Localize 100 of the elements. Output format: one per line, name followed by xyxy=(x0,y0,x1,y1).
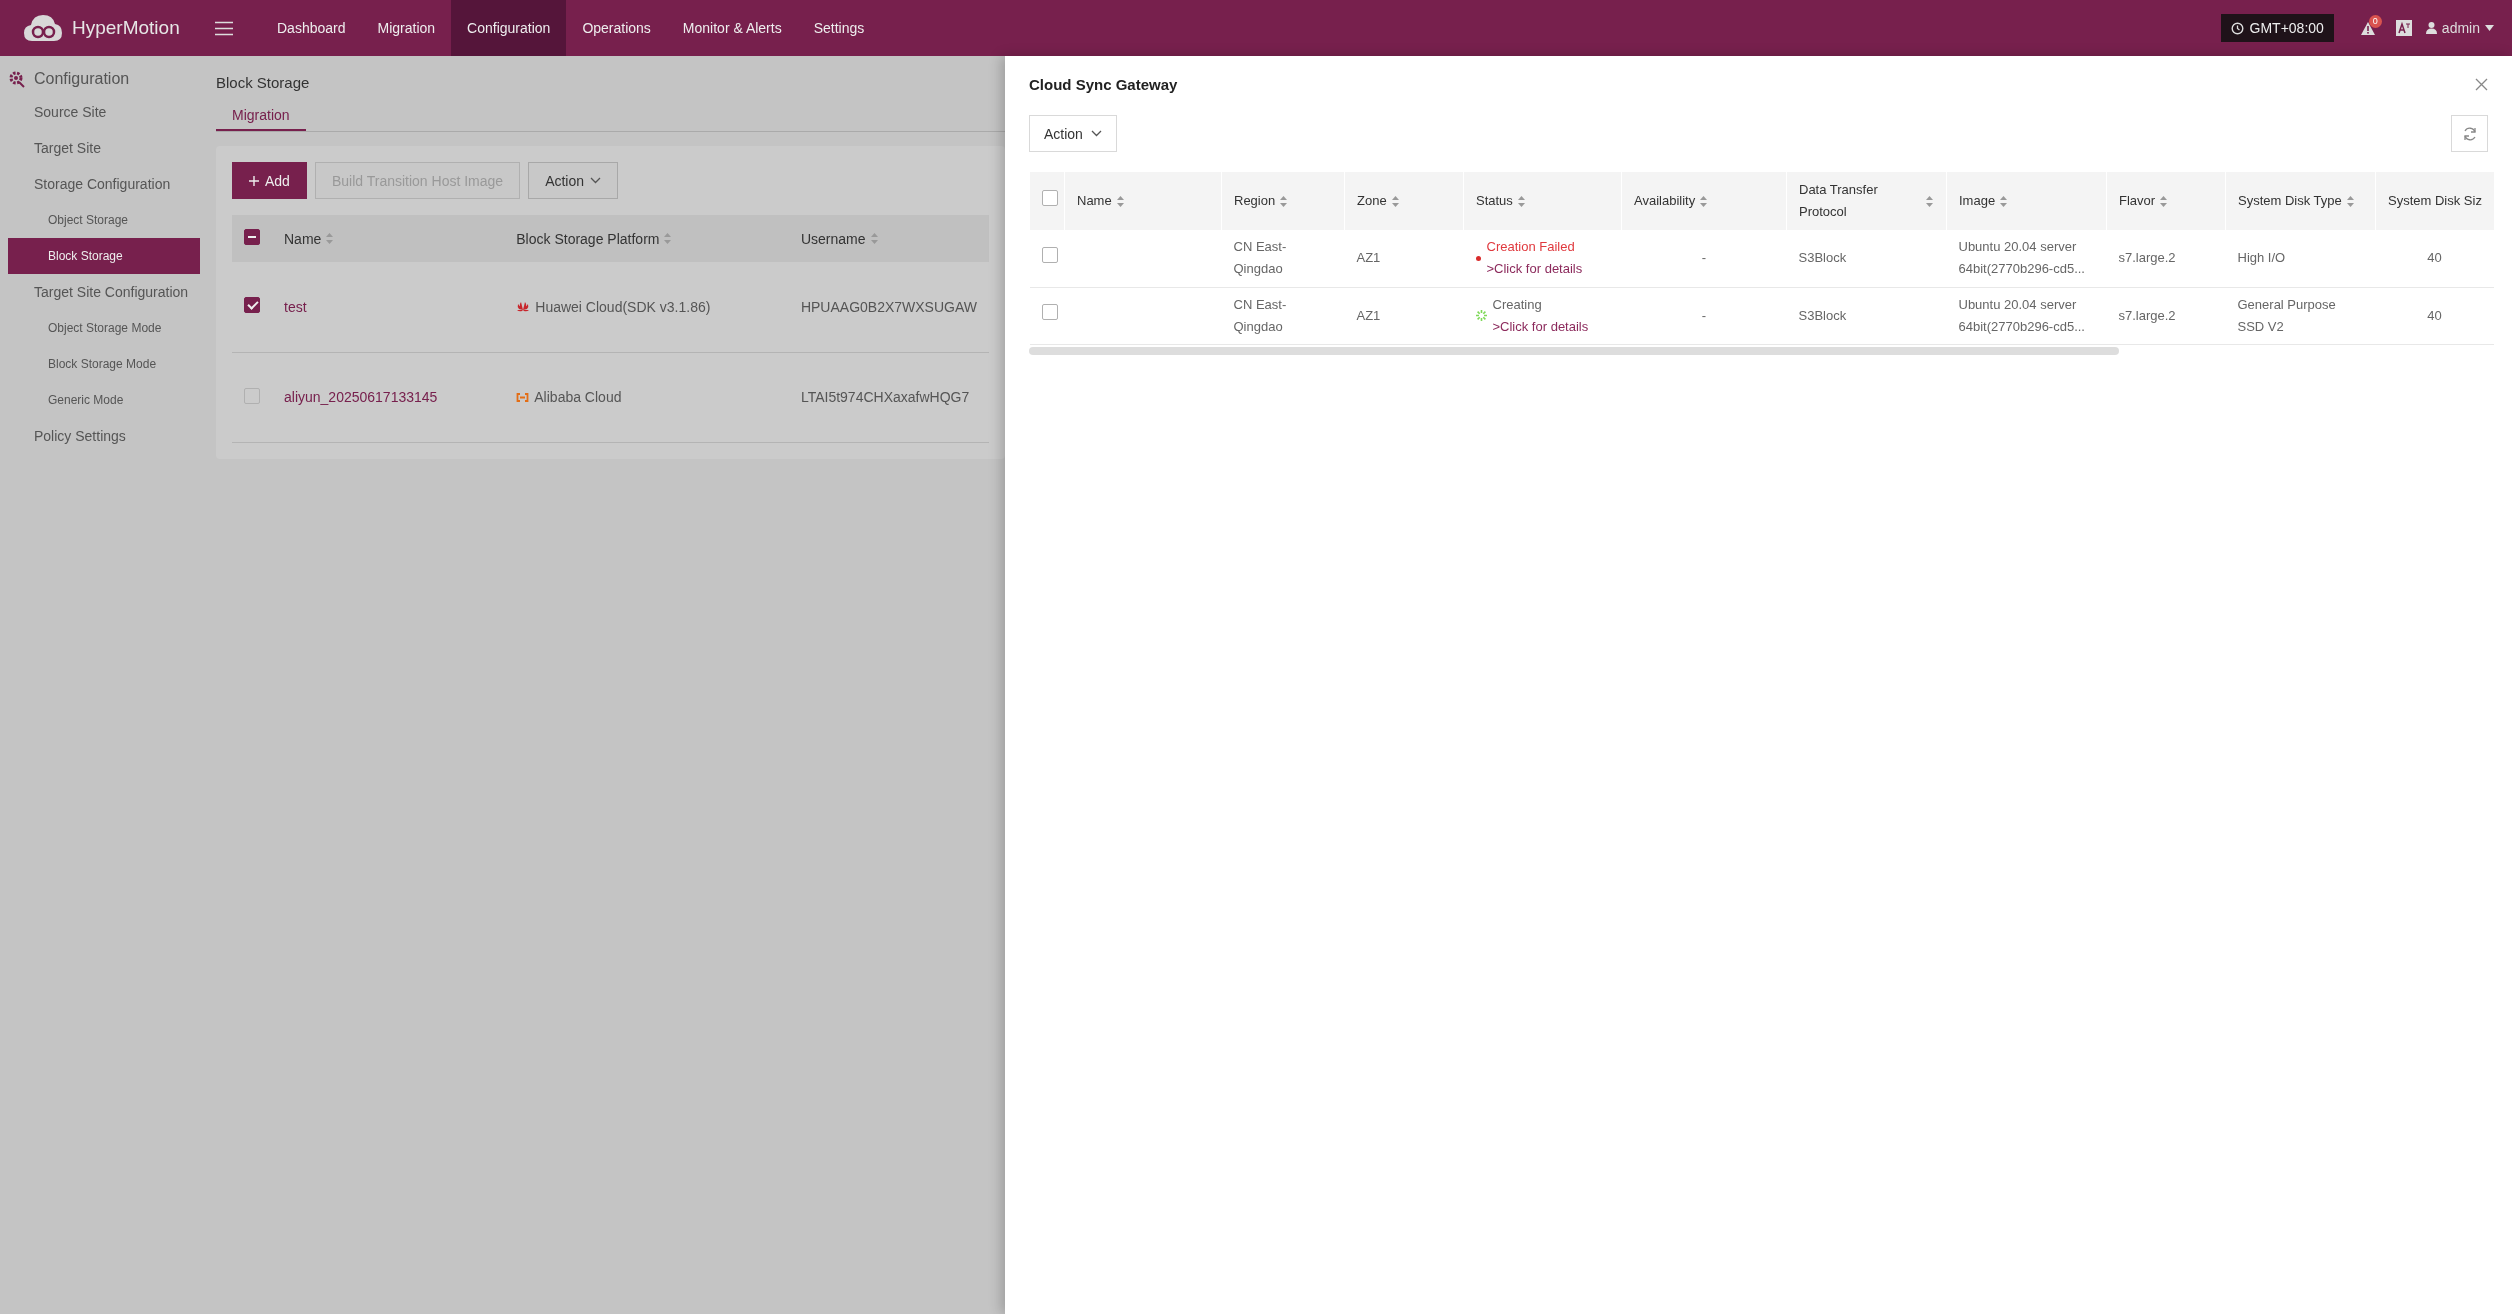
sort-icon[interactable] xyxy=(2345,194,2355,208)
app-name: HyperMotion xyxy=(72,17,180,39)
alert-count-badge: 0 xyxy=(2368,14,2382,28)
column-header: Block Storage Platform xyxy=(516,230,660,247)
sort-icon[interactable] xyxy=(663,232,673,245)
close-icon[interactable] xyxy=(2475,78,2488,91)
sidebar-item[interactable]: Target Site xyxy=(8,130,200,166)
nav-tab[interactable]: Migration xyxy=(361,0,452,56)
table-cell: HPUAAG0B2X7WXSUGAW xyxy=(800,298,977,315)
sort-icon[interactable] xyxy=(1516,194,1526,208)
checkbox[interactable] xyxy=(1041,304,1058,320)
table-cell: 40 xyxy=(2427,250,2442,266)
table-cell: Huawei Cloud(SDK v3.1.86) xyxy=(535,298,711,315)
sort-icon[interactable] xyxy=(1115,194,1125,208)
menu-icon[interactable] xyxy=(215,20,233,36)
column-header: Name xyxy=(1077,192,1112,210)
checkbox[interactable] xyxy=(1042,189,1058,206)
column-header: Region xyxy=(1234,192,1276,210)
timezone-button[interactable]: GMT+08:00 xyxy=(2220,14,2334,42)
horizontal-scrollbar[interactable] xyxy=(1029,346,2119,355)
nav-tab[interactable]: Monitor & Alerts xyxy=(666,0,798,56)
table-cell: High I/O xyxy=(2237,250,2286,266)
table-cell: AZ1 xyxy=(1356,250,1381,266)
column-header: Status xyxy=(1476,192,1513,210)
nav-tab[interactable]: Settings xyxy=(797,0,881,56)
name-link[interactable]: test xyxy=(284,298,307,315)
sort-icon[interactable] xyxy=(1279,194,1289,208)
sort-icon[interactable] xyxy=(1699,194,1709,208)
sidebar-item[interactable]: Block Storage xyxy=(8,238,200,274)
checkbox[interactable] xyxy=(1041,246,1058,263)
table-cell: s7.large.2 xyxy=(2118,307,2176,323)
sidebar-item[interactable]: Storage Configuration xyxy=(8,166,200,202)
column-header: Image xyxy=(1959,192,1996,210)
table-cell: 40 xyxy=(2427,307,2442,323)
details-link[interactable]: >Click for details xyxy=(1492,315,1589,338)
sort-icon[interactable] xyxy=(1999,194,2009,208)
table-cell: Ubuntu 20.04 server 64bit(2770b296-cd5... xyxy=(1958,239,2085,277)
translate-icon[interactable] xyxy=(2395,20,2412,36)
sidebar-item[interactable]: Object Storage Mode xyxy=(8,310,200,346)
sidebar-item[interactable]: Object Storage xyxy=(8,202,200,238)
table-cell: S3Block xyxy=(1798,250,1847,266)
status-text: Creation Failed xyxy=(1486,238,1576,257)
gear-icon xyxy=(8,70,26,88)
column-header: Availability xyxy=(1634,192,1696,210)
tab[interactable]: Migration xyxy=(216,101,306,131)
drawer-title: Cloud Sync Gateway xyxy=(1029,76,1178,93)
table-cell: s7.large.2 xyxy=(2118,250,2176,266)
sidebar-item[interactable]: Block Storage Mode xyxy=(8,346,200,382)
table-cell: - xyxy=(1701,307,1707,323)
sidebar-item[interactable]: Source Site xyxy=(8,94,200,130)
refresh-icon xyxy=(2461,125,2478,142)
column-header: System Disk Type xyxy=(2238,192,2342,210)
table-cell: Alibaba Cloud xyxy=(534,389,622,405)
sidebar-title: Configuration xyxy=(34,70,130,88)
table-cell: LTAI5t974CHXaxafwHQG7 xyxy=(800,389,970,405)
user-icon xyxy=(2425,22,2437,34)
caret-icon xyxy=(2485,25,2494,31)
checkbox[interactable] xyxy=(244,229,260,245)
sort-icon[interactable] xyxy=(869,232,879,245)
caret-icon xyxy=(590,177,602,184)
plus-icon xyxy=(249,175,259,186)
nav-tab[interactable]: Dashboard xyxy=(261,0,362,56)
sidebar-item[interactable]: Generic Mode xyxy=(8,382,200,418)
table-cell: Ubuntu 20.04 server 64bit(2770b296-cd5... xyxy=(1958,296,2085,334)
action-dropdown[interactable]: Action xyxy=(528,162,619,199)
timezone-text: GMT+08:00 xyxy=(2249,20,2324,36)
clock-icon xyxy=(2230,21,2244,35)
sidebar-item[interactable]: Target Site Configuration xyxy=(8,274,200,310)
column-header: System Disk Siz xyxy=(2388,192,2482,210)
petal-logo-icon xyxy=(516,301,531,313)
table-cell: AZ1 xyxy=(1356,307,1381,323)
details-link[interactable]: >Click for details xyxy=(1486,258,1583,281)
sort-icon[interactable] xyxy=(1390,194,1400,208)
sort-icon[interactable] xyxy=(2159,194,2169,208)
bracket-logo-icon xyxy=(516,392,530,402)
checkbox[interactable] xyxy=(244,387,260,404)
sidebar-item[interactable]: Policy Settings xyxy=(8,418,200,454)
name-link[interactable]: aliyun_20250617133145 xyxy=(284,389,438,405)
column-header: Name xyxy=(284,230,322,247)
table-cell: CN East-Qingdao xyxy=(1233,239,1287,277)
status-text: Creating xyxy=(1492,295,1543,314)
column-header: Username xyxy=(800,230,866,247)
sort-icon[interactable] xyxy=(325,232,335,245)
column-header: Zone xyxy=(1357,192,1387,210)
nav-tab[interactable]: Operations xyxy=(566,0,667,56)
table-cell: CN East-Qingdao xyxy=(1233,296,1287,334)
add-button[interactable]: Add xyxy=(232,162,307,199)
column-header: Flavor xyxy=(2119,192,2156,210)
table-cell: - xyxy=(1701,250,1707,266)
user-menu[interactable]: admin xyxy=(2425,20,2494,36)
page-title: Block Storage xyxy=(216,74,311,91)
table-cell: General Purpose SSD V2 xyxy=(2237,296,2336,334)
checkbox[interactable] xyxy=(244,297,260,314)
sort-icon[interactable] xyxy=(1925,194,1934,208)
caret-icon xyxy=(1090,130,1102,137)
refresh-button[interactable] xyxy=(2451,115,2488,152)
table-cell: S3Block xyxy=(1798,307,1847,323)
column-header: Data Transfer Protocol xyxy=(1799,181,1879,221)
nav-tab[interactable]: Configuration xyxy=(451,0,567,56)
action-dropdown[interactable]: Action xyxy=(1029,115,1117,152)
